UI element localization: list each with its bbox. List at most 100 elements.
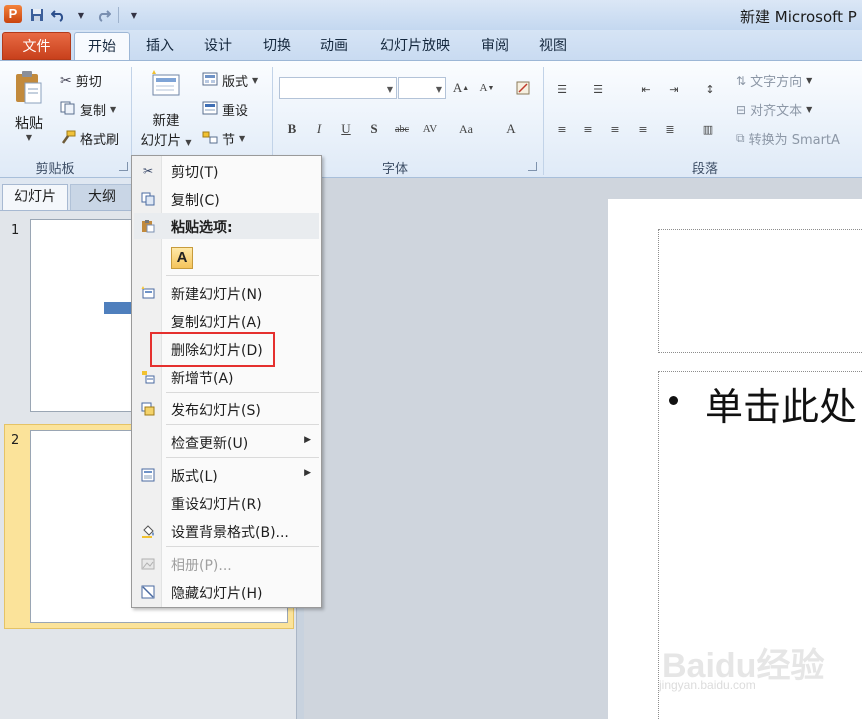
columns-icon[interactable]: ▥ — [698, 119, 718, 139]
ribbon-tab-row: 文件 开始 插入 设计 切换 动画 幻灯片放映 审阅 视图 — [0, 30, 862, 60]
align-text-label: 对齐文本 — [750, 104, 803, 119]
window-title: 新建 Microsoft P — [740, 8, 857, 26]
numbering-icon[interactable]: ☰ — [588, 79, 608, 99]
font-color-icon[interactable]: A — [501, 119, 521, 139]
layout-icon — [202, 72, 218, 90]
grow-font-icon[interactable]: A ▲ — [451, 78, 471, 98]
quick-access-toolbar: ▼ ▼ — [28, 6, 143, 24]
font-launcher-icon[interactable] — [528, 162, 537, 171]
shrink-font-icon[interactable]: A ▼ — [477, 78, 497, 98]
underline-icon[interactable]: U — [336, 119, 356, 139]
italic-icon[interactable]: I — [309, 119, 329, 139]
undo-icon[interactable] — [50, 6, 68, 24]
tab-file[interactable]: 文件 — [2, 32, 71, 60]
menu-item-new-slide[interactable]: 新建幻灯片(N) — [134, 280, 319, 306]
strikethrough-icon[interactable]: abc — [392, 119, 412, 139]
menu-item-format-background[interactable]: 设置背景格式(B)... — [134, 518, 319, 544]
tab-slides[interactable]: 幻灯片 — [2, 184, 68, 210]
copy-button[interactable]: 复制 ▼ — [60, 100, 116, 119]
justify-icon[interactable]: ≡ — [633, 119, 653, 139]
section-button[interactable]: 节 ▼ — [202, 129, 245, 148]
title-placeholder[interactable] — [658, 229, 862, 353]
align-left-icon[interactable]: ≡ — [552, 119, 572, 139]
scissors-icon: ✂ — [142, 164, 154, 178]
font-name-combo[interactable]: ▼ — [279, 77, 397, 99]
menu-header-label: 粘贴选项: — [171, 220, 233, 236]
paste-icon — [140, 218, 156, 234]
new-slide-icon — [140, 285, 156, 301]
align-right-icon[interactable]: ≡ — [605, 119, 625, 139]
powerpoint-app-icon[interactable]: P — [4, 5, 22, 23]
align-text-button[interactable]: ⊟ 对齐文本 ▼ — [736, 100, 812, 120]
menu-item-label: 复制(C) — [171, 193, 220, 209]
tab-home[interactable]: 开始 — [74, 32, 130, 60]
menu-separator — [166, 392, 319, 393]
text-direction-button[interactable]: ⇅ 文字方向 ▼ — [736, 71, 812, 91]
menu-item-label: 设置背景格式(B)... — [171, 525, 289, 541]
bullet-dot — [669, 396, 678, 405]
reset-icon — [202, 101, 218, 119]
menu-item-layout[interactable]: 版式(L) ▶ — [134, 462, 319, 488]
clear-formatting-icon[interactable] — [513, 78, 533, 98]
undo-dropdown-icon[interactable]: ▼ — [72, 6, 90, 24]
content-placeholder-text: 单击此处 — [705, 385, 858, 429]
paste-label: 粘贴 — [15, 116, 43, 132]
title-bar: P ▼ ▼ 新建 Microsoft P — [0, 0, 862, 30]
annotation-highlight-box — [150, 332, 275, 367]
menu-item-publish-slides[interactable]: 发布幻灯片(S) — [134, 396, 319, 422]
menu-item-check-updates[interactable]: 检查更新(U) ▶ — [134, 429, 319, 455]
format-painter-button[interactable]: 格式刷 — [60, 129, 119, 148]
align-center-icon[interactable]: ≡ — [578, 119, 598, 139]
customize-qat-icon[interactable]: ▼ — [125, 6, 143, 24]
menu-separator — [166, 546, 319, 547]
character-spacing-icon[interactable]: AV — [420, 119, 440, 139]
qat-separator — [118, 7, 119, 23]
tab-review[interactable]: 审阅 — [470, 32, 520, 60]
menu-item-hide-slide[interactable]: 隐藏幻灯片(H) — [134, 579, 319, 605]
menu-item-reset-slide[interactable]: 重设幻灯片(R) — [134, 490, 319, 516]
tab-design[interactable]: 设计 — [193, 32, 243, 60]
menu-item-duplicate-slide[interactable]: 复制幻灯片(A) — [134, 308, 319, 334]
font-size-combo[interactable]: ▼ — [398, 77, 446, 99]
photo-album-icon — [140, 556, 156, 572]
redo-icon[interactable] — [94, 6, 112, 24]
line-spacing-icon[interactable]: ↕ — [700, 79, 720, 99]
section-label: 节 — [222, 133, 236, 148]
paste-keep-text-only-button[interactable]: A — [171, 247, 193, 269]
bold-icon[interactable]: B — [282, 119, 302, 139]
text-shadow-icon[interactable]: S — [364, 119, 384, 139]
menu-separator — [166, 457, 319, 458]
paste-dropdown-caret: ▼ — [25, 133, 33, 142]
new-slide-label-line2-wrap: 幻灯片 ▼ — [137, 129, 195, 149]
clipboard-launcher-icon[interactable] — [119, 162, 128, 171]
tab-animations[interactable]: 动画 — [309, 32, 359, 60]
text-direction-label: 文字方向 — [750, 75, 803, 90]
menu-item-add-section[interactable]: 新增节(A) — [134, 364, 319, 390]
menu-item-cut[interactable]: ✂ 剪切(T) — [134, 158, 319, 184]
paste-icon — [16, 71, 42, 104]
tab-transitions[interactable]: 切换 — [252, 32, 302, 60]
tab-slide-show[interactable]: 幻灯片放映 — [370, 32, 460, 60]
bullets-icon[interactable]: ☰ — [552, 79, 572, 99]
reset-button[interactable]: 重设 — [202, 100, 248, 119]
tab-view[interactable]: 视图 — [528, 32, 578, 60]
menu-item-copy[interactable]: 复制(C) — [134, 186, 319, 212]
new-slide-button[interactable]: 新建 幻灯片 ▼ — [137, 69, 195, 149]
paste-button[interactable]: 粘贴 ▼ — [8, 69, 50, 142]
convert-smartart-button[interactable]: ⧉ 转换为 SmartA — [736, 129, 840, 148]
layout-button[interactable]: 版式 ▼ — [202, 71, 258, 90]
menu-header-paste-options: 粘贴选项: — [134, 213, 319, 239]
slide-thumbnail-1[interactable] — [30, 219, 134, 412]
change-case-icon[interactable]: Aa — [456, 119, 476, 139]
cut-button[interactable]: ✂ 剪切 — [60, 71, 102, 91]
copy-icon — [60, 101, 76, 119]
save-icon[interactable] — [28, 6, 46, 24]
decrease-indent-icon[interactable]: ⇤ — [636, 79, 656, 99]
distributed-icon[interactable]: ≣ — [660, 119, 680, 139]
thumbnail-title-shape — [104, 302, 134, 314]
publish-slides-icon — [140, 401, 156, 417]
watermark-url: jingyan.baidu.com — [659, 678, 756, 692]
tab-outline[interactable]: 大纲 — [70, 184, 134, 210]
increase-indent-icon[interactable]: ⇥ — [664, 79, 684, 99]
tab-insert[interactable]: 插入 — [135, 32, 185, 60]
